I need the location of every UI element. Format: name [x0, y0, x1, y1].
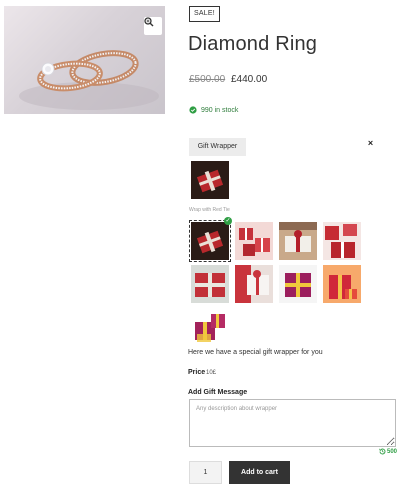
- stock-text: 990 in stock: [201, 106, 239, 114]
- wrapper-price-label: Price: [188, 369, 206, 376]
- sale-badge: SALE!: [189, 6, 220, 22]
- gift-message-input[interactable]: [189, 399, 396, 447]
- wrapper-option[interactable]: [323, 265, 361, 303]
- gift-wrapper-button[interactable]: Gift Wrapper: [189, 138, 246, 156]
- wrapper-option[interactable]: [191, 308, 229, 346]
- wrapper-option[interactable]: [235, 222, 273, 260]
- character-counter: 500: [379, 448, 397, 455]
- sale-price: £440.00: [231, 74, 268, 85]
- quantity-input[interactable]: [189, 461, 222, 484]
- character-count: 500: [387, 448, 398, 455]
- wrapper-option[interactable]: [279, 265, 317, 303]
- selected-check-icon: ✓: [224, 217, 232, 225]
- magnifier-icon: [144, 17, 154, 27]
- gift-message-label: Add Gift Message: [188, 389, 248, 396]
- wrapper-option[interactable]: [235, 265, 273, 303]
- selected-wrapper-label: Wrap with Red Tie: [189, 207, 230, 213]
- product-title: Diamond Ring: [188, 33, 318, 55]
- selected-wrapper-preview: [191, 161, 229, 199]
- wrapper-option[interactable]: [279, 222, 317, 260]
- original-price: £500.00: [189, 74, 226, 85]
- wrapper-option[interactable]: [189, 220, 231, 262]
- history-icon: [379, 448, 386, 455]
- rings-illustration: [19, 50, 159, 110]
- check-circle-icon: [189, 106, 197, 114]
- zoom-button[interactable]: [144, 17, 162, 35]
- wrapper-option[interactable]: [323, 222, 361, 260]
- add-to-cart-button[interactable]: Add to cart: [229, 461, 290, 484]
- stock-status: 990 in stock: [189, 106, 238, 114]
- product-image[interactable]: [4, 6, 165, 114]
- wrapper-price-value: 10£: [206, 370, 217, 376]
- wrapper-description: Here we have a special gift wrapper for …: [188, 349, 323, 356]
- close-icon[interactable]: ×: [366, 139, 375, 148]
- wrapper-option[interactable]: [191, 265, 229, 303]
